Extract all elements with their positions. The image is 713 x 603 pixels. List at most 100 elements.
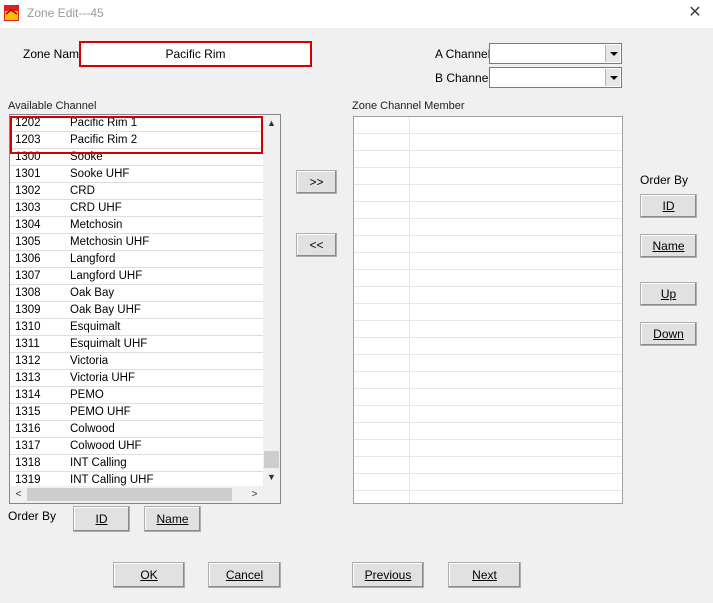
- scroll-thumb[interactable]: [27, 488, 232, 501]
- member-row: [354, 168, 622, 185]
- member-order-id-button[interactable]: ID: [640, 194, 697, 218]
- move-down-button[interactable]: Down: [640, 322, 697, 346]
- channel-id: 1310: [15, 321, 41, 333]
- list-item[interactable]: 1314 PEMO: [10, 387, 263, 404]
- channel-name: Victoria UHF: [70, 372, 135, 384]
- ok-button[interactable]: OK: [113, 562, 185, 588]
- channel-name: Metchosin UHF: [70, 236, 150, 248]
- list-item[interactable]: 1315 PEMO UHF: [10, 404, 263, 421]
- channel-name: CRD UHF: [70, 202, 122, 214]
- channel-name: Langford UHF: [70, 270, 143, 282]
- channel-id: 1203: [15, 134, 41, 146]
- chevron-down-icon[interactable]: [605, 69, 620, 86]
- available-channel-label: Available Channel: [8, 100, 97, 112]
- available-channel-list[interactable]: 1202 Pacific Rim 1 1203 Pacific Rim 2 1300 So…: [9, 114, 281, 504]
- channel-id: 1316: [15, 423, 41, 435]
- member-row: [354, 236, 622, 253]
- scroll-up-icon[interactable]: ▲: [263, 115, 280, 132]
- member-row: [354, 321, 622, 338]
- channel-id: 1303: [15, 202, 41, 214]
- close-icon: ✕: [688, 4, 702, 21]
- list-item[interactable]: 1302 CRD: [10, 183, 263, 200]
- b-channel-select[interactable]: [489, 67, 622, 88]
- channel-id: 1308: [15, 287, 41, 299]
- list-item[interactable]: 1306 Langford: [10, 251, 263, 268]
- scrollbar-corner: [263, 486, 280, 503]
- channel-name: INT Calling: [70, 457, 127, 469]
- list-item[interactable]: 1308 Oak Bay: [10, 285, 263, 302]
- list-item[interactable]: 1202 Pacific Rim 1: [10, 115, 263, 132]
- channel-name: Colwood: [70, 423, 115, 435]
- list-item[interactable]: 1310 Esquimalt: [10, 319, 263, 336]
- zone-name-input[interactable]: Pacific Rim: [79, 41, 312, 67]
- app-icon: [4, 5, 19, 21]
- channel-id: 1304: [15, 219, 41, 231]
- scroll-down-icon[interactable]: ▼: [263, 469, 280, 486]
- member-row: [354, 457, 622, 474]
- chevron-down-icon[interactable]: [605, 45, 620, 62]
- channel-id: 1315: [15, 406, 41, 418]
- channel-id: 1307: [15, 270, 41, 282]
- dialog-body: Zone Name Pacific Rim A Channel B Channe…: [0, 28, 713, 603]
- list-item[interactable]: 1312 Victoria: [10, 353, 263, 370]
- list-item[interactable]: 1304 Metchosin: [10, 217, 263, 234]
- channel-name: Pacific Rim 2: [70, 134, 138, 146]
- channel-name: Langford: [70, 253, 116, 265]
- member-rows: [354, 117, 622, 491]
- vertical-scrollbar[interactable]: ▲ ▼: [263, 115, 280, 486]
- next-button[interactable]: Next: [448, 562, 521, 588]
- channel-id: 1309: [15, 304, 41, 316]
- b-channel-label: B Channel: [435, 71, 492, 85]
- channel-name: CRD: [70, 185, 95, 197]
- list-item[interactable]: 1203 Pacific Rim 2: [10, 132, 263, 149]
- a-channel-select[interactable]: [489, 43, 622, 64]
- close-button[interactable]: ✕: [682, 2, 708, 24]
- horizontal-scrollbar[interactable]: < >: [10, 486, 263, 503]
- channel-id: 1318: [15, 457, 41, 469]
- channel-id: 1312: [15, 355, 41, 367]
- scroll-thumb[interactable]: [264, 451, 279, 468]
- channel-name: Sooke UHF: [70, 168, 130, 180]
- list-item[interactable]: 1300 Sooke: [10, 149, 263, 166]
- zone-channel-member-list[interactable]: [353, 116, 623, 504]
- add-to-zone-button[interactable]: >>: [296, 170, 337, 194]
- scroll-right-icon[interactable]: >: [246, 486, 263, 503]
- list-item[interactable]: 1311 Esquimalt UHF: [10, 336, 263, 353]
- window-title: Zone Edit---45: [27, 6, 104, 20]
- channel-id: 1314: [15, 389, 41, 401]
- channel-name: Oak Bay: [70, 287, 115, 299]
- member-row: [354, 185, 622, 202]
- list-item[interactable]: 1317 Colwood UHF: [10, 438, 263, 455]
- member-row: [354, 423, 622, 440]
- list-item[interactable]: 1301 Sooke UHF: [10, 166, 263, 183]
- channel-name: Sooke: [70, 151, 103, 163]
- channel-name: Oak Bay UHF: [70, 304, 141, 316]
- list-item[interactable]: 1303 CRD UHF: [10, 200, 263, 217]
- channel-id: 1202: [15, 117, 41, 129]
- previous-button[interactable]: Previous: [352, 562, 424, 588]
- move-up-button[interactable]: Up: [640, 282, 697, 306]
- zone-channel-member-label: Zone Channel Member: [352, 100, 465, 112]
- channel-id: 1311: [15, 338, 40, 350]
- member-row: [354, 134, 622, 151]
- cancel-button[interactable]: Cancel: [208, 562, 281, 588]
- order-by-id-button[interactable]: ID: [73, 506, 130, 532]
- channel-id: 1306: [15, 253, 41, 265]
- list-item[interactable]: 1316 Colwood: [10, 421, 263, 438]
- order-by-name-button[interactable]: Name: [144, 506, 201, 532]
- list-item[interactable]: 1305 Metchosin UHF: [10, 234, 263, 251]
- member-row: [354, 151, 622, 168]
- list-item[interactable]: 1309 Oak Bay UHF: [10, 302, 263, 319]
- remove-from-zone-button[interactable]: <<: [296, 233, 337, 257]
- list-item[interactable]: 1307 Langford UHF: [10, 268, 263, 285]
- list-item[interactable]: 1318 INT Calling: [10, 455, 263, 472]
- list-item[interactable]: 1313 Victoria UHF: [10, 370, 263, 387]
- scroll-left-icon[interactable]: <: [10, 486, 27, 503]
- member-row: [354, 406, 622, 423]
- member-order-name-button[interactable]: Name: [640, 234, 697, 258]
- available-channel-rows: 1202 Pacific Rim 1 1203 Pacific Rim 2 1300 So…: [10, 115, 263, 489]
- channel-name: Colwood UHF: [70, 440, 142, 452]
- channel-name: Metchosin: [70, 219, 123, 231]
- member-row: [354, 474, 622, 491]
- channel-id: 1300: [15, 151, 41, 163]
